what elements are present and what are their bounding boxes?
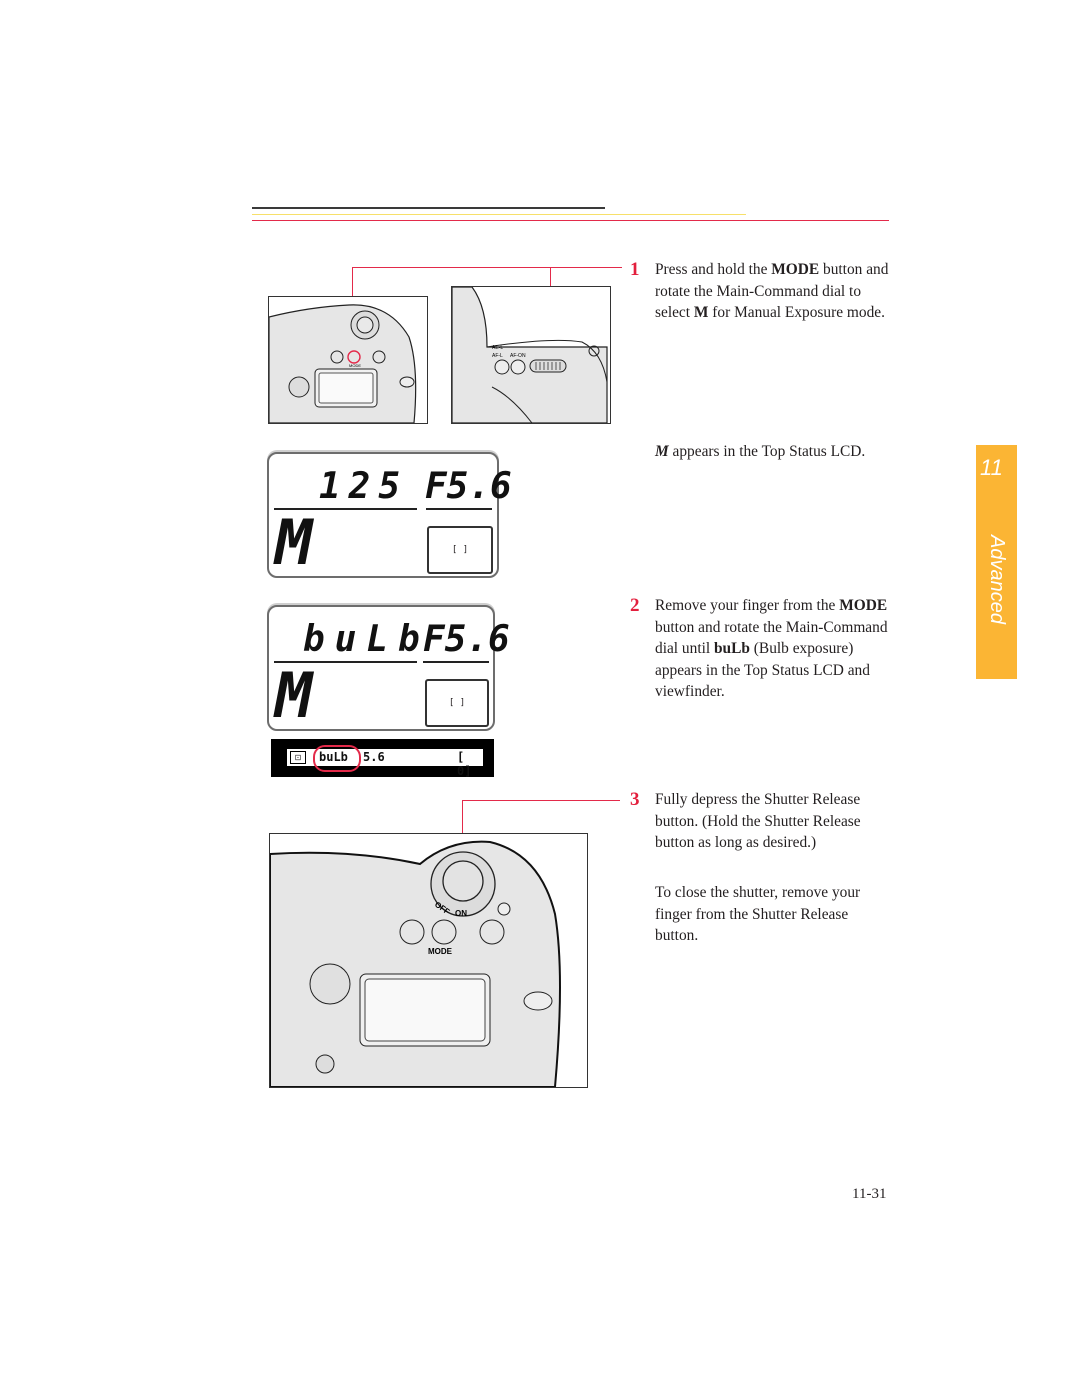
lcd-shutter-speed: 125 — [319, 466, 409, 507]
viewfinder-frame-count: [ 0] — [457, 750, 472, 778]
svg-text:AF-L: AF-L — [492, 353, 503, 359]
lcd-divider — [423, 661, 489, 663]
viewfinder-aperture: 5.6 — [363, 750, 385, 764]
viewfinder-display: ⊡ buLb 5.6 [ 0] — [271, 739, 494, 778]
step-number: 1 — [630, 259, 640, 280]
page-number: 11-31 — [852, 1186, 887, 1202]
step-2-text: Remove your finger from the MODE button … — [655, 595, 895, 703]
emphasis-text: MODE — [771, 261, 820, 278]
text-run: Press and hold the — [655, 261, 772, 278]
camera-top-illustration: MODE — [268, 296, 428, 424]
header-rule-yellow — [252, 214, 746, 215]
svg-text:AF-ON: AF-ON — [510, 353, 526, 359]
lcd-mode-indicator: M — [275, 506, 313, 579]
text-run: To close the shutter, remove your finger… — [655, 884, 861, 944]
svg-text:AE-L: AE-L — [492, 345, 503, 351]
emphasis-text: buLb — [714, 640, 750, 657]
step-1-text: Press and hold the MODE button and rotat… — [655, 259, 895, 324]
top-status-lcd-manual: 125 F5.6 M [ ] — [267, 452, 512, 579]
camera-back-illustration: AE-L AF-L AF-ON — [451, 286, 611, 424]
svg-text:ON: ON — [455, 909, 467, 918]
camera-top-large-illustration: MODE OFF ON — [269, 833, 588, 1088]
camera-back-drawing: AE-L AF-L AF-ON — [452, 287, 608, 423]
top-status-lcd-bulb: buLb F5.6 M [ ] — [267, 605, 510, 732]
text-run: Fully depress the Shutter Release button… — [655, 791, 861, 851]
step-number: 3 — [630, 789, 640, 810]
lcd-divider — [426, 508, 492, 510]
lcd-aperture: F5.6 — [423, 619, 510, 660]
text-run: for Manual Exposure mode. — [708, 304, 885, 321]
lcd-focus-frame: [ ] — [425, 679, 489, 727]
viewfinder-strip: ⊡ buLb 5.6 [ 0] — [287, 745, 483, 778]
lcd-focus-frame: [ ] — [427, 526, 493, 574]
step-number: 2 — [630, 595, 640, 616]
emphasis-text: M — [693, 304, 709, 321]
lcd-shutter-bulb: buLb — [303, 619, 430, 660]
svg-text:MODE: MODE — [349, 363, 361, 368]
chapter-title: Advanced — [986, 535, 1008, 624]
lcd-aperture: F5.6 — [425, 466, 512, 507]
lcd-mode-indicator: M — [275, 659, 313, 732]
step-1-result-text: M appears in the Top Status LCD. — [655, 441, 895, 463]
step-3-note-text: To close the shutter, remove your finger… — [655, 882, 865, 947]
svg-text:MODE: MODE — [428, 947, 453, 956]
emphasis-text: M — [655, 443, 669, 460]
viewfinder-shutter: buLb — [319, 750, 348, 764]
camera-top-large-drawing: MODE OFF ON — [270, 840, 561, 1087]
leader-line-step1 — [352, 267, 622, 268]
metering-icon: ⊡ — [290, 751, 306, 764]
text-run: appears in the Top Status LCD. — [668, 443, 866, 460]
header-rule-dark — [252, 207, 605, 209]
step-3-text: Fully depress the Shutter Release button… — [655, 789, 880, 854]
chapter-side-tab: 11 Advanced — [976, 445, 1017, 679]
text-run: Remove your finger from the — [655, 597, 840, 614]
camera-top-drawing: MODE — [269, 304, 417, 423]
chapter-number: 11 — [980, 455, 1003, 480]
header-rule-red — [252, 220, 889, 221]
leader-line-step3 — [462, 800, 620, 801]
emphasis-text: MODE — [839, 597, 888, 614]
